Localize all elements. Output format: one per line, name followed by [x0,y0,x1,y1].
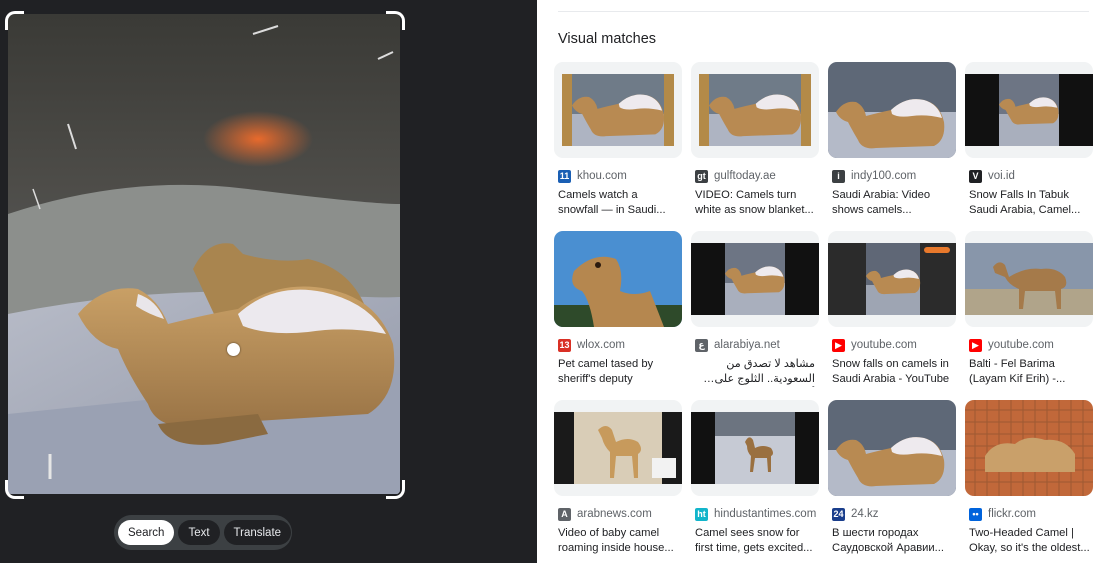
match-source: i indy100.com [828,169,956,183]
text-mode-button[interactable]: Text [178,520,220,545]
visual-match-card-7[interactable]: ▶ youtube.com Snow falls on camels in Sa… [828,231,956,400]
match-source: ▶ youtube.com [828,338,956,352]
match-thumbnail[interactable] [691,231,819,327]
hindustantimes-icon: ht [695,507,708,521]
crop-handle-top-left[interactable] [5,11,24,30]
source-name: indy100.com [851,170,917,182]
match-source: gt gulftoday.ae [691,169,819,183]
match-source: ht hindustantimes.com [691,507,819,521]
khou-icon: 11 [558,169,571,183]
match-title[interactable]: Snow Falls In Tabuk Saudi Arabia, Camel.… [965,188,1093,218]
indy100-icon: i [832,169,845,183]
object-focus-dot[interactable] [227,343,240,356]
visual-match-card-1[interactable]: 11 khou.com Camels watch a snowfall — in… [554,62,682,231]
match-thumbnail[interactable] [828,400,956,496]
match-title[interactable]: Balti - Fel Barima (Layam Kif Erih) -... [965,357,1093,387]
translate-mode-button[interactable]: Translate [223,520,292,545]
source-name: voi.id [988,170,1015,182]
match-title[interactable]: Snow falls on camels in Saudi Arabia - Y… [828,357,956,387]
voi-icon: V [969,169,982,183]
crop-handle-bottom-left[interactable] [5,480,24,499]
source-name: hindustantimes.com [714,508,817,520]
match-thumbnail[interactable] [965,400,1093,496]
match-source: •• flickr.com [965,507,1093,521]
match-source: V voi.id [965,169,1093,183]
match-title[interactable]: VIDEO: Camels turn white as snow blanket… [691,188,819,218]
youtube-icon: ▶ [969,338,982,352]
match-thumbnail[interactable] [965,231,1093,327]
arabnews-icon: A [558,507,571,521]
youtube-icon: ▶ [832,338,845,352]
gulftoday-icon: gt [695,169,708,183]
source-name: khou.com [577,170,627,182]
crop-handle-bottom-right[interactable] [386,480,405,499]
match-title[interactable]: В шести городах Саудовской Аравии... [828,526,956,556]
wlox-icon: 13 [558,338,571,352]
alarabiya-icon: ع [695,338,708,352]
match-source: 13 wlox.com [554,338,682,352]
source-name: gulftoday.ae [714,170,776,182]
visual-match-card-12[interactable]: •• flickr.com Two-Headed Camel | Okay, s… [965,400,1093,563]
24kz-icon: 24 [832,507,845,521]
match-thumbnail[interactable] [691,62,819,158]
visual-match-card-9[interactable]: A arabnews.com Video of baby camel roami… [554,400,682,563]
match-title[interactable]: Saudi Arabia: Video shows camels... [828,188,956,218]
match-source: ع alarabiya.net [691,338,819,352]
match-title[interactable]: مشاهد لا تصدق من السعودية.. الثلوج على أ… [691,357,819,387]
search-mode-button[interactable]: Search [118,520,175,545]
visual-match-card-11[interactable]: 24 24.kz В шести городах Саудовской Арав… [828,400,956,563]
source-name: youtube.com [988,339,1054,351]
match-thumbnail[interactable] [554,231,682,327]
divider [558,11,1089,12]
match-thumbnail[interactable] [691,400,819,496]
crop-handle-top-right[interactable] [386,11,405,30]
source-name: arabnews.com [577,508,652,520]
visual-match-card-2[interactable]: gt gulftoday.ae VIDEO: Camels turn white… [691,62,819,231]
visual-match-card-10[interactable]: ht hindustantimes.com Camel sees snow fo… [691,400,819,563]
visual-matches-heading: Visual matches [558,31,657,47]
match-thumbnail[interactable] [554,62,682,158]
match-title[interactable]: Camel sees snow for first time, gets exc… [691,526,819,556]
lens-image-pane: Search Text Translate [0,0,537,563]
match-title[interactable]: Video of baby camel roaming inside house… [554,526,682,556]
visual-match-card-5[interactable]: 13 wlox.com Pet camel tased by sheriff's… [554,231,682,400]
lens-mode-switcher: Search Text Translate [114,515,292,550]
visual-match-card-4[interactable]: V voi.id Snow Falls In Tabuk Saudi Arabi… [965,62,1093,231]
match-title[interactable]: Two-Headed Camel | Okay, so it's the old… [965,526,1093,556]
visual-match-card-8[interactable]: ▶ youtube.com Balti - Fel Barima (Layam … [965,231,1093,400]
results-pane: Visual matches 11 khou.com Camels watch … [537,0,1100,563]
source-name: alarabiya.net [714,339,780,351]
flickr-icon: •• [969,507,982,521]
visual-match-card-6[interactable]: ع alarabiya.net مشاهد لا تصدق من السعودي… [691,231,819,400]
match-title[interactable]: Camels watch a snowfall — in Saudi... [554,188,682,218]
source-name: 24.kz [851,508,879,520]
visual-matches-grid: 11 khou.com Camels watch a snowfall — in… [554,62,1093,563]
visual-match-card-3[interactable]: i indy100.com Saudi Arabia: Video shows … [828,62,956,231]
source-name: wlox.com [577,339,625,351]
match-thumbnail[interactable] [554,400,682,496]
match-source: ▶ youtube.com [965,338,1093,352]
source-name: flickr.com [988,508,1036,520]
match-source: A arabnews.com [554,507,682,521]
match-source: 24 24.kz [828,507,956,521]
source-name: youtube.com [851,339,917,351]
match-thumbnail[interactable] [965,62,1093,158]
match-title[interactable]: Pet camel tased by sheriff's deputy [554,357,682,387]
match-thumbnail[interactable] [828,62,956,158]
match-source: 11 khou.com [554,169,682,183]
match-thumbnail[interactable] [828,231,956,327]
selected-camel-image [8,14,400,494]
